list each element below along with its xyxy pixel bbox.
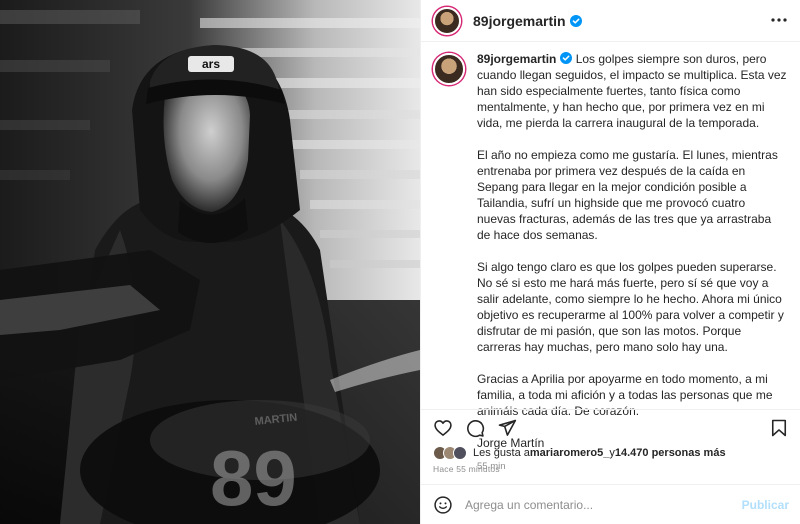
photo-image: ars 89 MARTIN xyxy=(0,0,420,524)
caption-username[interactable]: 89jorgemartin xyxy=(477,52,556,66)
liker-avatars[interactable] xyxy=(433,446,467,460)
caption-paragraph-1: 89jorgemartin Los golpes siempre son dur… xyxy=(477,51,787,131)
caption-time[interactable]: 55 min xyxy=(477,459,787,475)
likes-line: Les gusta a mariaromero5_ y 14.470 perso… xyxy=(433,446,726,460)
emoji-icon[interactable] xyxy=(433,495,453,515)
cap-logo-text: ars xyxy=(202,57,220,71)
caption-paragraph-3: Si algo tengo claro es que los golpes pu… xyxy=(477,260,784,354)
posted-time[interactable]: Hace 55 minutos xyxy=(433,464,500,474)
heart-icon[interactable] xyxy=(433,418,453,438)
post-header: 89jorgemartin xyxy=(421,0,800,42)
avatar[interactable] xyxy=(433,6,461,35)
more-icon[interactable] xyxy=(769,10,789,30)
comment-box: Agrega un comentario... Publicar xyxy=(421,484,800,524)
bookmark-icon[interactable] xyxy=(769,418,789,438)
post-side-panel: 89jorgemartin 89jorgemartin Los golpes s… xyxy=(420,0,800,524)
likes-user-link[interactable]: mariaromero5_ xyxy=(530,447,610,459)
header-username[interactable]: 89jorgemartin xyxy=(473,13,566,29)
post-modal: ars 89 MARTIN 89jorgemartin 89jorgemarti… xyxy=(0,0,800,524)
comment-input[interactable]: Agrega un comentario... xyxy=(465,498,742,512)
verified-icon xyxy=(569,14,582,27)
caption-area: 89jorgemartin Los golpes siempre son dur… xyxy=(421,43,800,472)
post-photo[interactable]: ars 89 MARTIN xyxy=(0,0,420,524)
caption-paragraph-2: El año no empieza como me gustaría. El l… xyxy=(477,148,778,242)
caption-avatar[interactable] xyxy=(433,53,465,85)
likes-count-link[interactable]: 14.470 personas más xyxy=(615,447,726,459)
likes-prefix: Les gusta a xyxy=(473,447,530,459)
action-bar xyxy=(421,409,800,443)
publish-button[interactable]: Publicar xyxy=(742,498,789,512)
bike-number-text: 89 xyxy=(210,434,297,522)
comment-icon[interactable] xyxy=(465,418,485,438)
liker-avatar xyxy=(453,446,467,460)
verified-icon xyxy=(560,52,573,64)
share-icon[interactable] xyxy=(497,418,517,438)
